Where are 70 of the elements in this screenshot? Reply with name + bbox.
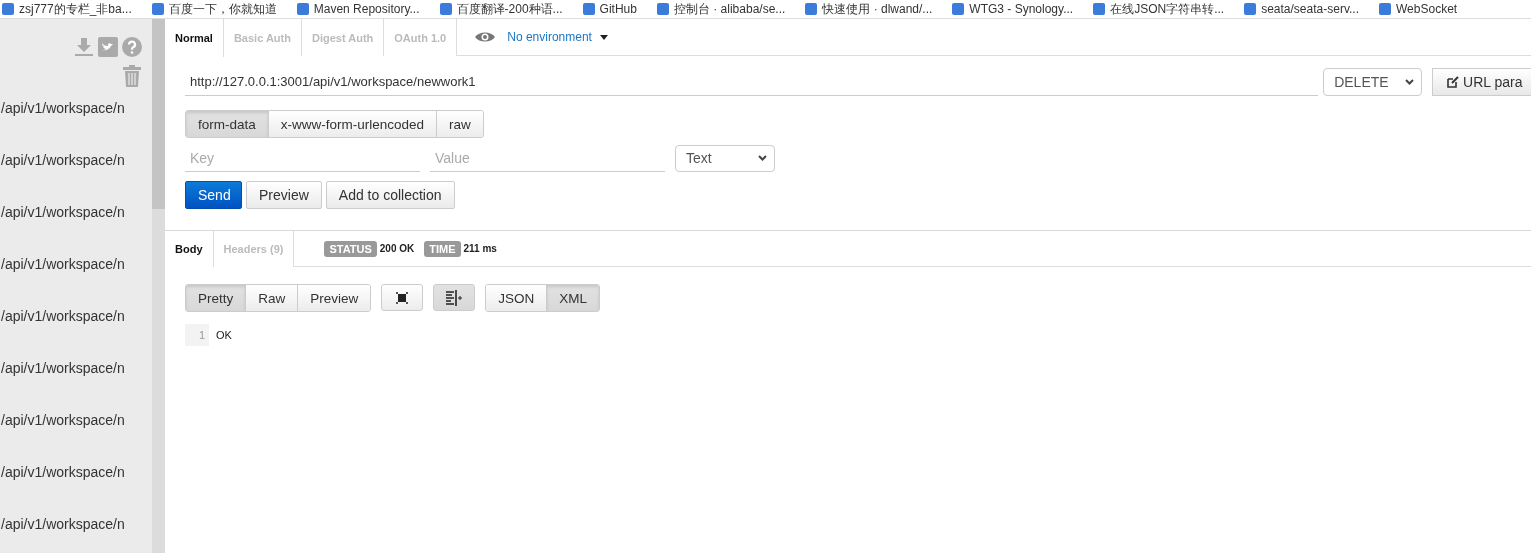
bookmark-icon — [1093, 3, 1106, 15]
bookmark-link[interactable]: 在线JSON字符串转... — [1093, 0, 1225, 18]
history-item[interactable]: /api/v1/workspace/n — [1, 412, 152, 431]
response-text: OK — [216, 329, 232, 341]
history-item[interactable]: /api/v1/workspace/n — [1, 464, 152, 483]
status-badge: STATUS — [324, 240, 377, 257]
caret-icon — [599, 34, 608, 40]
history-item[interactable]: /api/v1/workspace/n — [1, 308, 152, 327]
time-badge: TIME — [424, 240, 461, 257]
url-params-button[interactable]: URL para — [1432, 68, 1531, 96]
bookmark-icon — [151, 3, 164, 15]
line-number: 1 — [185, 324, 209, 346]
download-icon[interactable] — [74, 37, 94, 57]
action-button[interactable]: Send — [185, 181, 242, 209]
bookmark-link[interactable]: GitHub — [582, 2, 637, 16]
wrap-lines-icon — [446, 289, 463, 306]
history-item[interactable]: /api/v1/workspace/n — [1, 360, 152, 379]
fullscreen-button[interactable] — [381, 284, 424, 311]
bookmark-link[interactable]: 百度翻译-200种语... — [439, 0, 563, 18]
bookmark-icon — [805, 3, 818, 15]
eye-icon — [475, 31, 496, 43]
bookmark-icon — [296, 3, 309, 15]
wrap-lines-button[interactable] — [433, 284, 476, 311]
url-field[interactable]: http://127.0.0.1:3001/api/v1/workspace/newwork1 — [185, 68, 1319, 96]
trash-icon[interactable] — [123, 65, 141, 87]
bookmark-link[interactable]: 百度一下，你就知道 — [151, 0, 277, 18]
bookmark-link[interactable]: WTG3 - Synology... — [952, 2, 1074, 16]
edit-icon — [1447, 76, 1460, 88]
format-tab[interactable]: XML — [547, 285, 600, 311]
action-button[interactable]: Preview — [246, 181, 322, 209]
scrollbar[interactable] — [152, 19, 165, 553]
history-item[interactable]: /api/v1/workspace/n — [1, 100, 152, 119]
type-select[interactable]: Text — [675, 144, 775, 172]
history-item[interactable]: /api/v1/workspace/n — [1, 152, 152, 171]
bookmark-link[interactable]: zsj777的专栏_非ba... — [2, 0, 132, 18]
chevron-down-icon — [1405, 79, 1415, 85]
history-item[interactable]: /api/v1/workspace/n — [1, 516, 152, 535]
action-button[interactable]: Add to collection — [325, 181, 455, 209]
fullscreen-icon — [396, 291, 409, 304]
status-text: 200 OK — [379, 243, 415, 254]
history-item[interactable]: /api/v1/workspace/n — [1, 204, 152, 223]
environment-dropdown[interactable]: No environment — [457, 19, 608, 55]
bookmark-icon — [952, 3, 965, 15]
bookmark-link[interactable]: 控制台 · alibaba/se... — [656, 0, 786, 18]
bookmark-link[interactable]: seata/seata-serv... — [1244, 2, 1359, 16]
view-mode-tab[interactable]: Raw — [246, 285, 299, 311]
bookmark-link[interactable]: WebSocket — [1379, 2, 1458, 16]
format-tab[interactable]: JSON — [486, 285, 548, 311]
body-type-tab[interactable]: raw — [437, 111, 483, 137]
scrollbar-thumb[interactable] — [152, 19, 165, 209]
bookmark-icon — [582, 3, 595, 15]
bookmark-icon — [439, 3, 452, 15]
history-item[interactable]: /api/v1/workspace/n — [1, 256, 152, 275]
bookmark-link[interactable]: 快速使用 · dlwand/... — [805, 0, 933, 18]
view-mode-tab[interactable]: Pretty — [186, 285, 247, 311]
view-mode-tab[interactable]: Preview — [298, 285, 371, 311]
method-select[interactable]: DELETE — [1323, 68, 1423, 96]
body-type-tab[interactable]: form-data — [186, 111, 269, 137]
bookmark-link[interactable]: Maven Repository... — [296, 2, 420, 16]
chevron-down-icon — [758, 155, 767, 161]
bookmark-icon — [1244, 3, 1257, 15]
body-type-tab[interactable]: x-www-form-urlencoded — [268, 111, 438, 137]
bookmark-icon — [1379, 3, 1391, 15]
time-text: 211 ms — [463, 243, 497, 254]
bookmark-icon — [656, 3, 669, 15]
auth-tab[interactable]: Normal — [165, 19, 224, 57]
help-icon[interactable] — [122, 37, 142, 57]
response-tab[interactable]: Body — [165, 230, 214, 267]
bird-icon[interactable] — [98, 37, 118, 57]
bookmark-icon — [2, 3, 14, 15]
